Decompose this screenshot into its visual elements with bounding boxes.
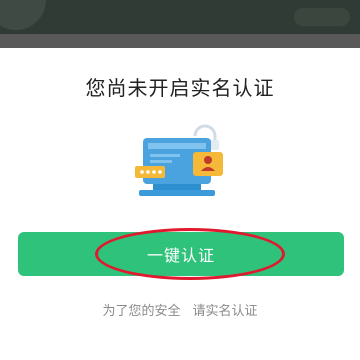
user-icon (193, 152, 223, 176)
background-app-header (0, 0, 360, 34)
header-menu (294, 8, 350, 26)
modal-overlay (0, 34, 360, 48)
password-dots-icon (135, 166, 165, 178)
security-hint: 为了您的安全 请实名认证 (0, 300, 360, 319)
hint-right-text: 请实名认证 (192, 304, 258, 319)
avatar (0, 0, 46, 30)
id-verification-illustration-icon (135, 124, 223, 196)
one-click-verify-button[interactable]: 一键认证 (18, 232, 344, 276)
dialog-title: 您尚未开启实名认证 (85, 76, 275, 100)
hint-left-text: 为了您的安全 (102, 304, 181, 319)
